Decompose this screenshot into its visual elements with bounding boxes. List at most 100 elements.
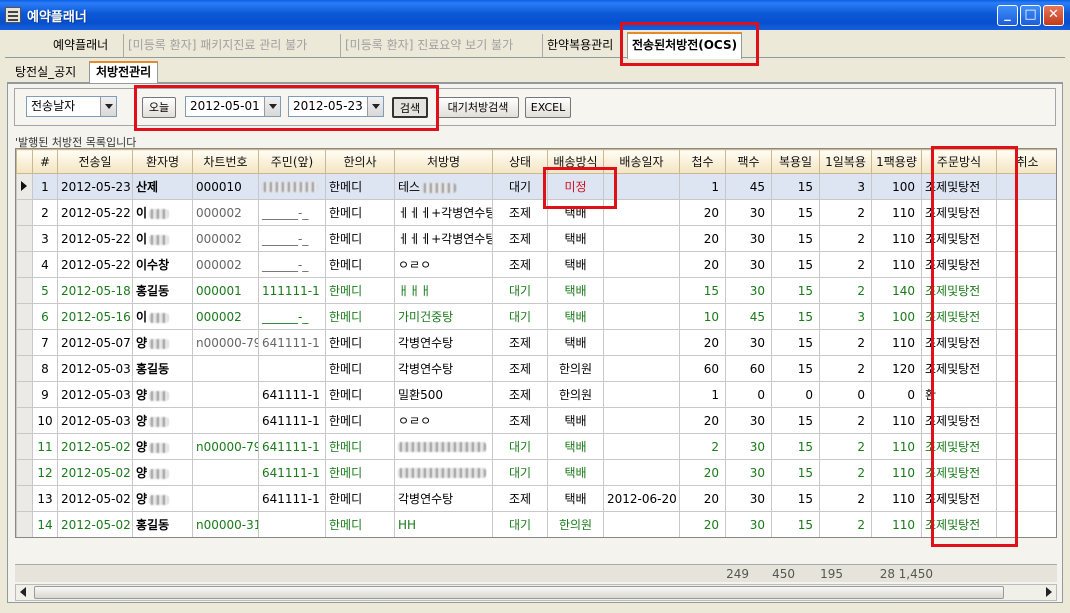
cell-jumin[interactable]: ______-_ xyxy=(258,303,326,330)
cell-no[interactable]: 9 xyxy=(32,381,58,408)
cell-patient[interactable]: 양 xyxy=(132,329,193,356)
column-header[interactable]: 배송일자 xyxy=(603,149,680,174)
cell-order[interactable]: 조제및탕전 xyxy=(921,303,997,330)
cell-order[interactable]: 조제및탕전 xyxy=(921,251,997,278)
cell-pack[interactable]: 30 xyxy=(725,485,772,512)
cell-date[interactable]: 2012-05-03 xyxy=(57,381,133,408)
cell-order[interactable]: 조제및탕전 xyxy=(921,199,997,226)
cell-ship_date[interactable] xyxy=(603,511,680,537)
tab-prescription-management[interactable]: 처방전관리 xyxy=(89,61,159,84)
cell-jumin[interactable]: 641111-1 xyxy=(258,329,326,356)
cell-vol[interactable]: 110 xyxy=(871,459,922,486)
cell-vol[interactable]: 100 xyxy=(871,303,922,330)
cell-daily[interactable]: 2 xyxy=(819,277,872,304)
cell-date[interactable]: 2012-05-03 xyxy=(57,407,133,434)
cell-delivery[interactable]: 한의원 xyxy=(547,511,604,537)
cell-rx[interactable]: 각병연수탕 xyxy=(394,355,493,382)
cell-jumin[interactable]: 641111-1 xyxy=(258,433,326,460)
cell-doctor[interactable]: 한메디 xyxy=(325,355,395,382)
cell-order[interactable]: 조제및탕전 xyxy=(921,407,997,434)
cell-delivery[interactable]: 택배 xyxy=(547,485,604,512)
cell-rx[interactable]: ㅇㄹㅇ xyxy=(394,407,493,434)
row-indicator[interactable] xyxy=(16,173,33,200)
cell-doctor[interactable]: 한메디 xyxy=(325,251,395,278)
cell-rx[interactable] xyxy=(394,433,493,460)
cell-no[interactable]: 3 xyxy=(32,225,58,252)
column-header[interactable]: 한의사 xyxy=(325,149,395,174)
cell-patient[interactable]: 양 xyxy=(132,407,193,434)
column-header[interactable]: 차트번호 xyxy=(192,149,259,174)
table-row[interactable]: 9 2012-05-03 양 641111-1 한메디 밀환500 조제 한의원 1 0 0 0 0 환 xyxy=(16,381,1056,408)
cell-status[interactable]: 조제 xyxy=(492,355,548,382)
date-from-picker[interactable]: 2012-05-01 xyxy=(185,96,281,117)
cell-jumin[interactable]: 111111-1 xyxy=(258,277,326,304)
cell-vol[interactable]: 110 xyxy=(871,329,922,356)
cell-delivery[interactable]: 택배 xyxy=(547,433,604,460)
cell-order[interactable]: 조제및탕전 xyxy=(921,329,997,356)
cell-cancel[interactable] xyxy=(996,329,1056,356)
maximize-button[interactable]: □ xyxy=(1020,5,1041,26)
cell-status[interactable]: 대기 xyxy=(492,173,548,200)
cell-doctor[interactable]: 한메디 xyxy=(325,329,395,356)
cell-pack[interactable]: 30 xyxy=(725,199,772,226)
cell-patient[interactable]: 홍길동 xyxy=(132,511,193,537)
cell-chart[interactable]: 000010 xyxy=(192,173,259,200)
cell-status[interactable]: 조제 xyxy=(492,225,548,252)
cell-ship_date[interactable] xyxy=(603,407,680,434)
cell-doctor[interactable]: 한메디 xyxy=(325,459,395,486)
cell-patient[interactable]: 홍길동 xyxy=(132,277,193,304)
cell-delivery[interactable]: 택배 xyxy=(547,251,604,278)
cell-rx[interactable]: ㅐㅐㅐ xyxy=(394,277,493,304)
cell-date[interactable]: 2012-05-22 xyxy=(57,225,133,252)
cell-jumin[interactable]: ______-_ xyxy=(258,199,326,226)
scroll-right-icon[interactable] xyxy=(1046,587,1052,597)
cell-chart[interactable]: 000001 xyxy=(192,277,259,304)
cell-delivery[interactable]: 택배 xyxy=(547,407,604,434)
cell-cancel[interactable] xyxy=(996,173,1056,200)
cell-pack[interactable]: 30 xyxy=(725,277,772,304)
cell-delivery[interactable]: 미정 xyxy=(547,173,604,200)
column-header[interactable]: 전송일 xyxy=(57,149,133,174)
cell-date[interactable]: 2012-05-22 xyxy=(57,199,133,226)
cell-daily[interactable]: 2 xyxy=(819,511,872,537)
column-header[interactable]: 처방명 xyxy=(394,149,493,174)
cell-vol[interactable]: 110 xyxy=(871,199,922,226)
cell-jumin[interactable]: ______-_ xyxy=(258,251,326,278)
cell-patient[interactable]: 양 xyxy=(132,433,193,460)
cell-chart[interactable] xyxy=(192,355,259,382)
cell-cheop[interactable]: 20 xyxy=(679,511,726,537)
cell-chart[interactable] xyxy=(192,459,259,486)
horizontal-scrollbar[interactable] xyxy=(15,584,1057,601)
column-header[interactable]: 팩수 xyxy=(725,149,772,174)
cell-no[interactable]: 4 xyxy=(32,251,58,278)
cell-cancel[interactable] xyxy=(996,433,1056,460)
cell-pack[interactable]: 30 xyxy=(725,251,772,278)
tab-decoction-notice[interactable]: 탕전실_공지 xyxy=(9,63,82,83)
search-button[interactable]: 검색 xyxy=(392,97,428,118)
date-to-picker[interactable]: 2012-05-23 xyxy=(288,96,384,117)
cell-daily[interactable]: 3 xyxy=(819,173,872,200)
column-header[interactable]: 1일복용 xyxy=(819,149,872,174)
cell-jumin[interactable] xyxy=(258,511,326,537)
cell-days[interactable]: 15 xyxy=(771,303,820,330)
chevron-down-icon[interactable] xyxy=(100,97,116,116)
table-row[interactable]: 11 2012-05-02 양 n00000-79 641111-1 한메디 대기 택배 2 30… xyxy=(16,433,1056,460)
cell-ship_date[interactable] xyxy=(603,459,680,486)
date-type-select[interactable]: 전송날자 xyxy=(26,96,117,117)
cell-status[interactable]: 조제 xyxy=(492,199,548,226)
cell-jumin[interactable]: 641111-1 xyxy=(258,485,326,512)
table-row[interactable]: 1 2012-05-23 산제 000010 한메디 테스 대기 미정 1 45 15 3 100 조제및… xyxy=(16,173,1056,200)
cell-delivery[interactable]: 택배 xyxy=(547,225,604,252)
column-header[interactable]: 취소 xyxy=(996,149,1056,174)
cell-rx[interactable]: ㅇㄹㅇ xyxy=(394,251,493,278)
cell-chart[interactable]: n00000-79 xyxy=(192,433,259,460)
row-indicator[interactable] xyxy=(16,277,33,304)
column-header[interactable]: 환자명 xyxy=(132,149,193,174)
cell-order[interactable]: 조제및탕전 xyxy=(921,459,997,486)
cell-days[interactable]: 15 xyxy=(771,407,820,434)
cell-doctor[interactable]: 한메디 xyxy=(325,277,395,304)
cell-order[interactable]: 조제및탕전 xyxy=(921,225,997,252)
cell-order[interactable]: 조제및탕전 xyxy=(921,433,997,460)
cell-status[interactable]: 조제 xyxy=(492,329,548,356)
cell-doctor[interactable]: 한메디 xyxy=(325,173,395,200)
